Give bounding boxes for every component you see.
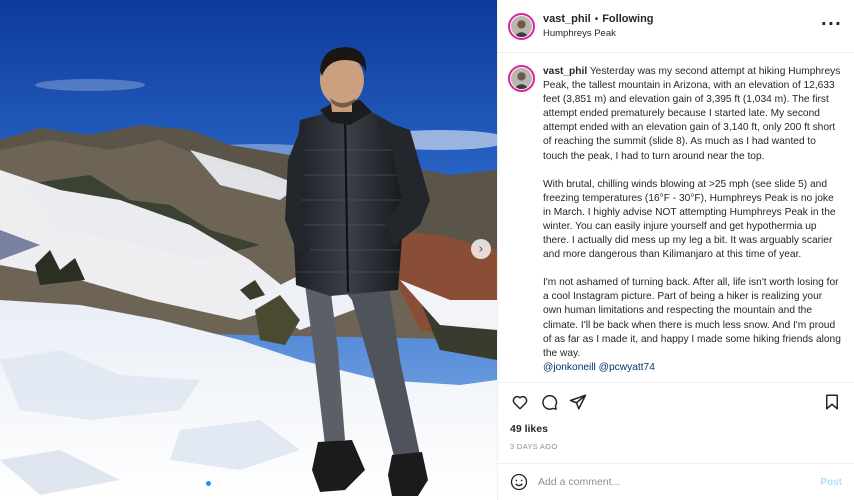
mention-link[interactable]: @pcwyatt74 bbox=[599, 362, 655, 373]
carousel-indicator bbox=[0, 481, 497, 486]
mention-link[interactable]: @jonkoneill bbox=[543, 362, 596, 373]
action-bar bbox=[498, 383, 854, 421]
more-options-button[interactable]: ··· bbox=[821, 14, 842, 33]
comment-button[interactable] bbox=[539, 392, 559, 412]
carousel-dot bbox=[286, 481, 292, 486]
carousel-next-button[interactable]: › bbox=[471, 239, 491, 259]
bookmark-icon bbox=[826, 394, 838, 410]
post-details-panel: vast_phil • Following Humphreys Peak ··· bbox=[497, 0, 854, 500]
carousel-dot bbox=[268, 481, 274, 486]
caption-paragraph-1: Yesterday was my second attempt at hikin… bbox=[543, 66, 841, 162]
caption-author-avatar[interactable] bbox=[508, 65, 535, 92]
emoji-button[interactable] bbox=[510, 473, 528, 491]
add-comment-bar: Post bbox=[498, 463, 854, 500]
like-button[interactable] bbox=[510, 392, 530, 412]
heart-icon bbox=[512, 395, 528, 410]
comment-input[interactable] bbox=[538, 476, 821, 488]
caption-trailing-dot: . bbox=[543, 375, 546, 382]
chevron-right-icon: › bbox=[478, 241, 484, 257]
post-photo[interactable]: › bbox=[0, 0, 497, 500]
caption-section: vast_phil Yesterday was my second attemp… bbox=[498, 53, 854, 382]
carousel-dot bbox=[214, 481, 220, 486]
more-horizontal-icon: ··· bbox=[820, 13, 842, 33]
caption-paragraph-3: I'm not ashamed of turning back. After a… bbox=[543, 277, 841, 359]
carousel-dot bbox=[232, 481, 238, 486]
smiley-icon bbox=[510, 473, 528, 491]
carousel-dot bbox=[259, 481, 265, 486]
save-button[interactable] bbox=[822, 392, 842, 412]
post-footer: 49 likes 3 DAYS AGO Post bbox=[498, 382, 854, 500]
post-header: vast_phil • Following Humphreys Peak ··· bbox=[498, 0, 854, 53]
carousel-dot bbox=[205, 481, 211, 486]
carousel-dot bbox=[241, 481, 247, 486]
caption-text: vast_phil Yesterday was my second attemp… bbox=[543, 65, 842, 382]
comment-icon bbox=[542, 394, 558, 410]
post-location[interactable]: Humphreys Peak bbox=[543, 28, 821, 39]
likes-count[interactable]: 49 likes bbox=[498, 423, 854, 435]
post-comment-button[interactable]: Post bbox=[820, 477, 842, 488]
hiker-snow-photo bbox=[0, 0, 497, 500]
carousel-dot bbox=[250, 481, 256, 486]
author-username[interactable]: vast_phil bbox=[543, 13, 591, 25]
share-button[interactable] bbox=[568, 392, 588, 412]
following-button[interactable]: Following bbox=[602, 13, 653, 25]
header-separator: • bbox=[594, 13, 599, 25]
author-avatar[interactable] bbox=[508, 12, 535, 40]
caption-username[interactable]: vast_phil bbox=[543, 66, 587, 77]
send-icon bbox=[569, 394, 587, 410]
instagram-post: › vast_phil • Following Humphreys Peak ·… bbox=[0, 0, 854, 500]
carousel-dot bbox=[277, 481, 283, 486]
carousel-dot bbox=[223, 481, 229, 486]
caption-paragraph-2: With brutal, chilling winds blowing at >… bbox=[543, 178, 836, 261]
post-timestamp[interactable]: 3 DAYS AGO bbox=[498, 442, 854, 451]
